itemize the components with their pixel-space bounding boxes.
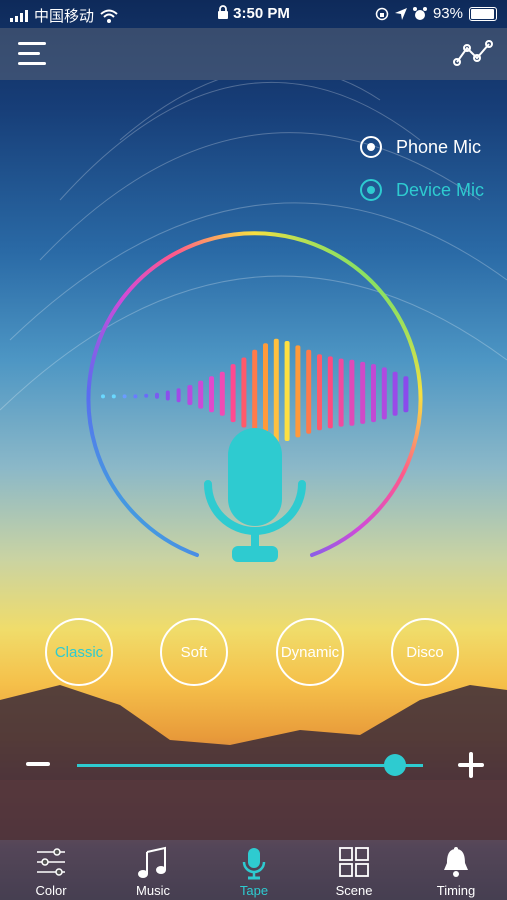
clock: 3:50 PM	[233, 5, 290, 22]
mode-label: Disco	[406, 643, 444, 661]
equalizer-bar	[403, 376, 409, 413]
tab-label: Color	[35, 883, 67, 898]
radio-selected-icon	[360, 179, 382, 201]
equalizer-bar	[122, 394, 127, 399]
device-mic-label: Device Mic	[396, 179, 485, 200]
phone-mic-label: Phone Mic	[396, 136, 482, 157]
equalizer-bar	[155, 392, 159, 399]
mode-label: Dynamic	[280, 643, 340, 661]
increase-button[interactable]	[458, 752, 484, 778]
mode-label: Classic	[54, 643, 104, 661]
microphone-icon	[242, 848, 266, 880]
mode-disco-button[interactable]: Disco	[391, 618, 459, 686]
hamburger-menu-icon[interactable]	[18, 40, 50, 68]
tab-tape[interactable]: Tape	[209, 840, 299, 900]
sliders-icon	[37, 848, 65, 876]
equalizer-bar	[230, 364, 236, 423]
tab-timing[interactable]: Timing	[411, 840, 501, 900]
equalizer-bar	[101, 394, 105, 399]
rotation-lock-icon	[375, 7, 389, 20]
equalizer-bar	[165, 390, 170, 401]
location-icon	[394, 7, 407, 20]
tab-color[interactable]: Color	[6, 840, 96, 900]
equalizer-bar	[187, 385, 193, 405]
equalizer-bar	[209, 376, 214, 413]
tab-label: Scene	[335, 883, 373, 898]
equalizer-bar	[241, 357, 247, 428]
mode-label: Soft	[180, 643, 208, 661]
tab-music[interactable]: Music	[108, 840, 198, 900]
mode-dynamic-button[interactable]: Dynamic	[276, 618, 344, 686]
equalizer-bar	[317, 354, 322, 431]
equalizer-bar	[371, 364, 376, 423]
tab-scene[interactable]: Scene	[309, 840, 399, 900]
mode-soft-button[interactable]: Soft	[160, 618, 228, 686]
grid-icon	[339, 847, 369, 877]
equalizer-bar	[144, 393, 149, 398]
status-bar: 中国移动 3:50 PM 93%	[0, 0, 507, 28]
bottom-tab-bar: Color Music Tape Scene Timing	[0, 840, 507, 900]
sensitivity-slider-track[interactable]	[77, 764, 423, 767]
equalizer-bar	[252, 349, 258, 434]
equalizer-bar	[295, 345, 301, 438]
equalizer-bar	[111, 394, 116, 399]
equalizer-bar	[263, 343, 268, 440]
battery-icon	[469, 6, 497, 21]
equalizer-bars	[101, 338, 409, 443]
mountains-silhouette	[0, 685, 507, 840]
equalizer-bar	[198, 380, 204, 409]
sound-visualizer	[86, 231, 423, 562]
equalizer-bar	[327, 356, 333, 429]
equalizer-bar	[284, 341, 290, 441]
equalizer-bar	[219, 371, 225, 416]
bell-icon	[444, 847, 468, 877]
tab-label: Music	[136, 883, 170, 898]
mode-classic-button[interactable]: Classic	[45, 618, 113, 686]
device-mic-option[interactable]: Device Mic	[360, 179, 484, 201]
lock-icon	[218, 5, 229, 19]
radio-icon	[360, 136, 382, 158]
equalizer-bar	[338, 358, 344, 427]
equalizer-bar	[381, 367, 387, 420]
alarm-icon	[412, 6, 427, 20]
equalizer-bar	[133, 394, 138, 399]
equalizer-bar	[360, 361, 366, 424]
phone-mic-option[interactable]: Phone Mic	[360, 136, 481, 158]
microphone-icon	[204, 428, 306, 562]
top-bar	[0, 28, 507, 80]
tab-label: Tape	[239, 883, 269, 898]
equalizer-bar	[349, 359, 355, 426]
music-note-icon	[138, 846, 166, 878]
battery-percent: 93%	[432, 5, 463, 22]
decrease-button[interactable]	[26, 762, 50, 766]
equalizer-bar	[273, 338, 279, 443]
tab-label: Timing	[436, 883, 476, 898]
equalizer-bar	[176, 388, 181, 403]
line-graph-icon[interactable]	[453, 38, 493, 68]
equalizer-bar	[306, 349, 312, 434]
equalizer-bar	[392, 371, 398, 416]
